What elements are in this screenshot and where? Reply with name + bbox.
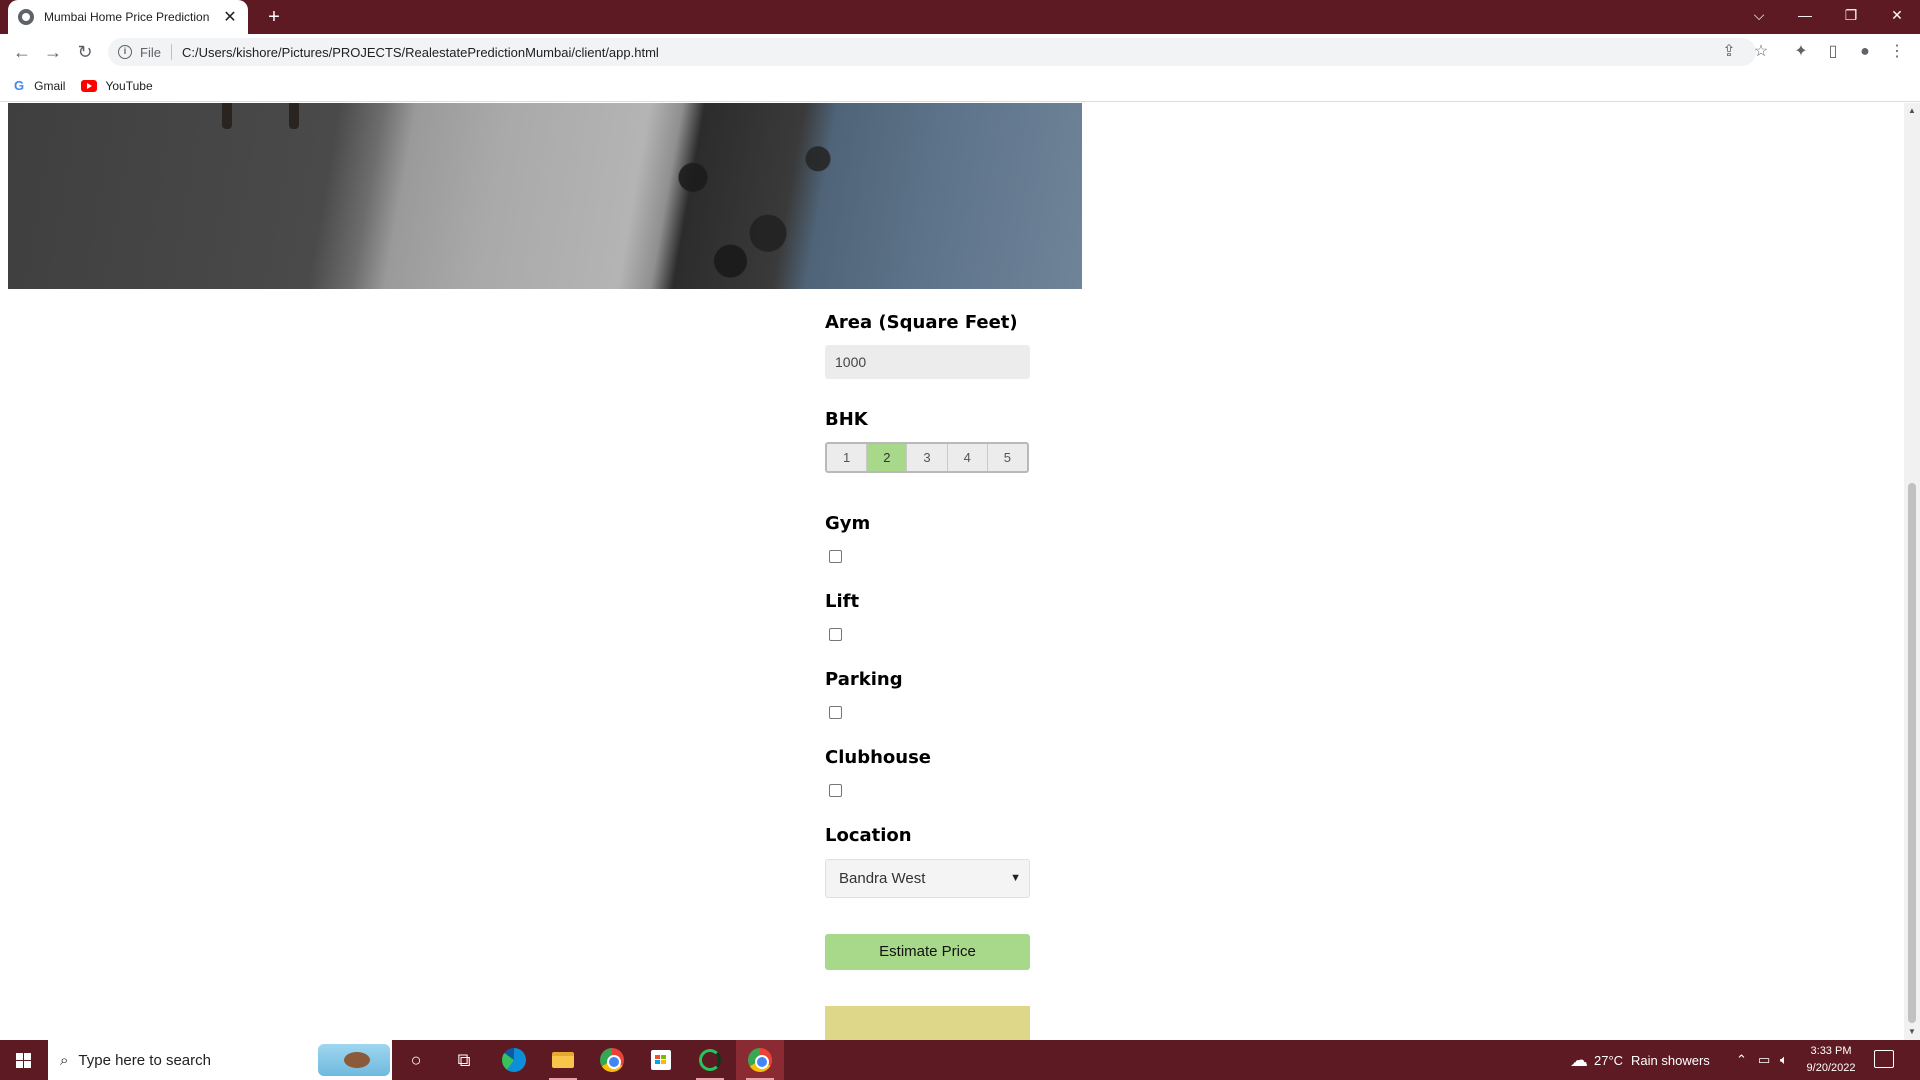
location-selected-value: Bandra West: [839, 870, 926, 887]
back-icon[interactable]: ←: [10, 40, 34, 64]
address-url: C:/Users/kishore/Pictures/PROJECTS/Reale…: [181, 44, 659, 60]
globe-icon: [18, 9, 34, 25]
clubhouse-checkbox[interactable]: [829, 784, 842, 797]
bookmark-gmail[interactable]: G Gmail: [14, 78, 65, 93]
weather-text: Rain showers: [1631, 1052, 1710, 1068]
chevron-down-icon: ▼: [1010, 872, 1021, 884]
area-label: Area (Square Feet): [825, 312, 1018, 333]
chrome-active-icon[interactable]: [736, 1040, 784, 1080]
windows-logo-icon: [16, 1053, 31, 1068]
tab-title: Mumbai Home Price Prediction: [44, 10, 210, 24]
browser-toolbar: ← → ↻ i File C:/Users/kishore/Pictures/P…: [0, 34, 1920, 70]
browser-tab-active[interactable]: Mumbai Home Price Prediction ✕: [8, 0, 248, 34]
clock-time: 3:33 PM: [1810, 1045, 1852, 1057]
edge-icon[interactable]: [490, 1040, 538, 1080]
address-scheme-label: File: [140, 44, 161, 60]
scrollbar-thumb[interactable]: [1908, 483, 1916, 1023]
parking-label: Parking: [825, 669, 903, 690]
show-hidden-icons-icon[interactable]: ⌃: [1736, 1040, 1747, 1080]
estimated-price-result: [825, 1006, 1030, 1040]
network-icon[interactable]: ▭: [1758, 1040, 1770, 1080]
reload-icon[interactable]: ↻: [73, 40, 97, 64]
lift-label: Lift: [825, 591, 860, 612]
extensions-icon[interactable]: ✦: [1791, 42, 1811, 62]
ring-app-icon[interactable]: [686, 1040, 734, 1080]
weather-temp: 27°C: [1594, 1052, 1624, 1068]
file-explorer-icon[interactable]: [539, 1040, 587, 1080]
weather-widget[interactable]: ☁ 27°C Rain showers: [1570, 1040, 1710, 1080]
tab-close-icon[interactable]: ✕: [222, 7, 238, 27]
new-tab-button[interactable]: +: [262, 5, 286, 29]
location-select[interactable]: Bandra West ▼: [825, 859, 1030, 898]
forward-icon[interactable]: →: [41, 40, 65, 64]
bhk-option-4[interactable]: 4: [948, 444, 988, 471]
bhk-option-1[interactable]: 1: [827, 444, 868, 471]
taskbar-search-box[interactable]: ⌕ Type here to search: [48, 1040, 392, 1080]
address-bar[interactable]: i File C:/Users/kishore/Pictures/PROJECT…: [108, 38, 1756, 66]
scroll-up-arrow-icon[interactable]: ▲: [1904, 103, 1920, 119]
weather-cloud-icon: ☁: [1570, 1049, 1588, 1070]
start-button[interactable]: [0, 1040, 48, 1080]
cortana-icon[interactable]: ○: [392, 1040, 440, 1080]
scroll-down-arrow-icon[interactable]: ▼: [1904, 1024, 1920, 1040]
lift-checkbox[interactable]: [829, 628, 842, 641]
address-divider: [170, 44, 172, 60]
share-icon[interactable]: ⇪: [1719, 42, 1739, 62]
taskbar-clock[interactable]: 3:33 PM 9/20/2022: [1802, 1043, 1860, 1077]
bookmarks-bar: G Gmail YouTube: [0, 70, 1920, 102]
bookmark-label: Gmail: [34, 78, 66, 93]
gym-label: Gym: [825, 513, 871, 534]
bhk-option-2[interactable]: 2: [867, 444, 908, 471]
location-label: Location: [825, 825, 912, 846]
search-highlight-image: [318, 1044, 390, 1076]
area-input[interactable]: 1000: [825, 345, 1030, 379]
bookmark-youtube[interactable]: YouTube: [81, 78, 153, 93]
bhk-selector: 1 2 3 4 5: [825, 442, 1029, 473]
hero-person-legs: [222, 103, 232, 129]
gym-checkbox[interactable]: [829, 550, 842, 563]
bhk-option-3[interactable]: 3: [907, 444, 948, 471]
bhk-option-5[interactable]: 5: [988, 444, 1027, 471]
page-scrollbar[interactable]: ▲ ▼: [1904, 103, 1920, 1040]
bhk-label: BHK: [825, 409, 868, 430]
hero-image-seaside-promenade: [8, 103, 1082, 289]
side-panel-icon[interactable]: ▯: [1823, 42, 1843, 62]
bookmark-label: YouTube: [105, 78, 153, 93]
info-icon[interactable]: i: [118, 45, 132, 59]
restore-icon[interactable]: ❐: [1828, 0, 1874, 30]
browser-tab-strip: Mumbai Home Price Prediction ✕ + ⌵ — ❐ ✕: [0, 0, 1920, 34]
chrome-icon[interactable]: [588, 1040, 636, 1080]
hero-person-legs: [289, 103, 299, 129]
hero-rocks: [618, 103, 868, 289]
estimate-price-button[interactable]: Estimate Price: [825, 934, 1030, 970]
parking-checkbox[interactable]: [829, 706, 842, 719]
clubhouse-label: Clubhouse: [825, 747, 931, 768]
windows-taskbar: ⌕ Type here to search ○ ⧉ ☁ 27°C Rain sh…: [0, 1040, 1920, 1080]
tab-search-icon[interactable]: ⌵: [1736, 0, 1782, 30]
volume-icon[interactable]: 🔈︎: [1780, 1040, 1788, 1080]
youtube-icon: [81, 79, 98, 92]
window-close-icon[interactable]: ✕: [1874, 0, 1920, 30]
clock-date: 9/20/2022: [1806, 1062, 1856, 1074]
taskbar-search-placeholder: Type here to search: [78, 1051, 211, 1069]
google-icon: G: [14, 78, 25, 93]
menu-icon[interactable]: ⋮: [1887, 42, 1907, 62]
minimize-icon[interactable]: —: [1782, 0, 1828, 30]
notification-icon[interactable]: [1874, 1050, 1894, 1068]
search-icon: ⌕: [60, 1051, 69, 1069]
store-icon[interactable]: [637, 1040, 685, 1080]
profile-icon[interactable]: ●: [1855, 42, 1875, 62]
task-view-icon[interactable]: ⧉: [440, 1040, 488, 1080]
page-viewport: Area (Square Feet) 1000 BHK 1 2 3 4 5 Gy…: [0, 103, 1920, 1040]
bookmark-star-icon[interactable]: ☆: [1751, 42, 1771, 62]
